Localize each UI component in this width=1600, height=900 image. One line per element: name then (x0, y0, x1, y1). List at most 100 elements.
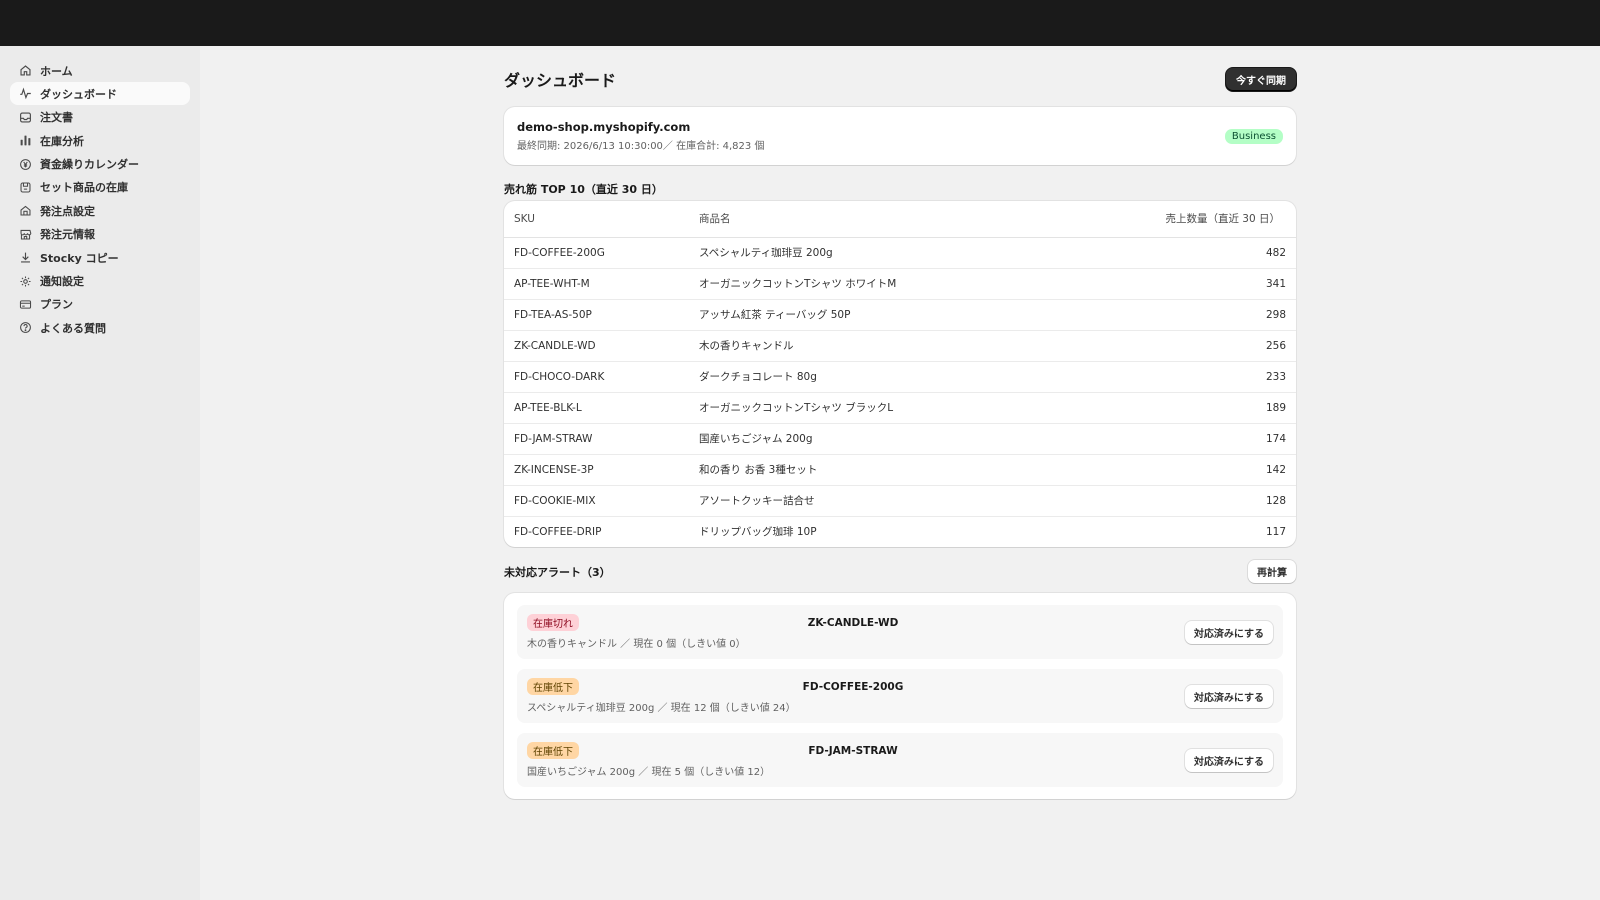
sidebar-item-stocky-copy[interactable]: Stocky コピー (10, 246, 190, 269)
table-row[interactable]: FD-COOKIE-MIX アソートクッキー詰合せ 128 (504, 485, 1296, 517)
alert-item: 在庫低下 FD-JAM-STRAW 国産いちごジャム 200g ／ 現在 5 個… (517, 733, 1283, 787)
inbox-icon (18, 110, 32, 124)
sidebar-item-label: Stocky コピー (40, 251, 119, 265)
shop-card: demo-shop.myshopify.com 最終同期: 2026/6/13 … (504, 107, 1296, 165)
top-sellers-table-card: SKU 商品名 売上数量（直近 30 日） FD-COFFEE-200G スペシャ… (504, 201, 1296, 547)
mark-resolved-button[interactable]: 対応済みにする (1184, 684, 1273, 708)
sidebar-item-dashboard[interactable]: ダッシュボード (10, 82, 190, 106)
gear-icon (18, 274, 32, 288)
cell-sku: FD-JAM-STRAW (504, 423, 689, 455)
cell-sku: FD-COFFEE-DRIP (514, 525, 602, 538)
column-header-product-name[interactable]: 商品名 (689, 201, 1058, 238)
mark-resolved-button[interactable]: 対応済みにする (1184, 620, 1273, 644)
sidebar-item-home[interactable]: ホーム (10, 59, 190, 82)
table-header-row: SKU 商品名 売上数量（直近 30 日） (504, 201, 1296, 238)
alert-detail: 木の香りキャンドル ／ 現在 0 個（しきい値 0） (527, 639, 746, 650)
sidebar-item-cashflow-calendar[interactable]: 資金繰りカレンダー (10, 153, 190, 176)
alerts-card: 在庫切れ ZK-CANDLE-WD 木の香りキャンドル ／ 現在 0 個（しきい… (504, 593, 1296, 799)
cell-quantity: 128 (1057, 485, 1296, 517)
cell-product-name: 国産いちごジャム 200g (689, 423, 1058, 455)
top-sellers-table: SKU 商品名 売上数量（直近 30 日） FD-COFFEE-200G スペシャ… (504, 201, 1296, 547)
cell-quantity: 117 (1265, 525, 1286, 538)
cell-sku: AP-TEE-BLK-L (504, 392, 689, 424)
cell-sku: FD-COFFEE-200G (504, 237, 689, 269)
cell-product-name: 木の香りキャンドル (689, 330, 1058, 362)
currency-icon (18, 157, 32, 171)
bundle-icon (18, 180, 32, 194)
table-row[interactable]: AP-TEE-WHT-M オーガニックコットンTシャツ ホワイトM 341 (504, 268, 1296, 300)
alert-sku: FD-COFFEE-200G (802, 680, 904, 693)
cell-quantity: 482 (1057, 237, 1296, 269)
page-header: ダッシュボード 今すぐ同期 (504, 63, 1296, 95)
sidebar: ホーム ダッシュボード 注文書 在庫分析 資金繰りカレンダー セット商品の在庫 … (0, 46, 200, 900)
lock-icon (18, 204, 32, 218)
top-bar (0, 0, 1600, 46)
table-row[interactable]: FD-COFFEE-200G スペシャルティ珈琲豆 200g 482 (504, 237, 1296, 269)
alert-sku: ZK-CANDLE-WD (807, 616, 899, 629)
plan-badge: Business (1224, 128, 1283, 144)
cell-sku: FD-CHOCO-DARK (504, 361, 689, 393)
cell-product-name: オーガニックコットンTシャツ ホワイトM (689, 268, 1058, 300)
cell-sku: ZK-CANDLE-WD (504, 330, 689, 362)
activity-icon (18, 87, 32, 101)
top-sellers-title: 売れ筋 TOP 10（直近 30 日） (504, 183, 663, 196)
table-row[interactable]: FD-COFFEE-DRIP ドリップバッグ珈琲 10P 117 (504, 516, 1296, 547)
sidebar-item-bundle-inventory[interactable]: セット商品の在庫 (10, 176, 190, 199)
sidebar-item-label: 注文書 (40, 111, 73, 125)
alert-item: 在庫切れ ZK-CANDLE-WD 木の香りキャンドル ／ 現在 0 個（しきい… (517, 605, 1283, 659)
sidebar-item-label: プラン (40, 298, 73, 312)
sidebar-item-plan[interactable]: プラン (10, 293, 190, 316)
cell-quantity: 298 (1057, 299, 1296, 331)
home-icon (18, 64, 32, 78)
sidebar-item-label: よくある質問 (40, 321, 106, 335)
sidebar-item-orders[interactable]: 注文書 (10, 106, 190, 129)
cell-quantity: 189 (1057, 392, 1296, 424)
sidebar-item-label: 発注点設定 (40, 204, 95, 218)
store-icon (18, 227, 32, 241)
cell-product-name: スペシャルティ珈琲豆 200g (689, 237, 1058, 269)
recalculate-button[interactable]: 再計算 (1248, 559, 1296, 583)
sync-now-button[interactable]: 今すぐ同期 (1226, 67, 1296, 91)
sidebar-item-label: 在庫分析 (40, 134, 84, 148)
sidebar-item-inventory-analysis[interactable]: 在庫分析 (10, 129, 190, 152)
cell-quantity: 233 (1057, 361, 1296, 393)
cell-product-name: ドリップバッグ珈琲 10P (699, 526, 817, 539)
column-header-sku[interactable]: SKU (504, 201, 689, 238)
alert-sku: FD-JAM-STRAW (808, 744, 898, 757)
table-row[interactable]: ZK-CANDLE-WD 木の香りキャンドル 256 (504, 330, 1296, 362)
alerts-header: 未対応アラート（3） 再計算 (504, 559, 1296, 583)
mark-resolved-button[interactable]: 対応済みにする (1184, 748, 1273, 772)
cell-product-name: アッサム紅茶 ティーバッグ 50P (689, 299, 1058, 331)
shop-domain: demo-shop.myshopify.com (517, 120, 691, 134)
shop-sync-meta: 最終同期: 2026/6/13 10:30:00／ 在庫合計: 4,823 個 (517, 141, 765, 152)
low-stock-badge: 在庫低下 (527, 742, 579, 759)
cell-quantity: 341 (1057, 268, 1296, 300)
page-title: ダッシュボード (504, 71, 617, 90)
low-stock-badge: 在庫低下 (527, 678, 579, 695)
sidebar-item-label: ホーム (40, 64, 73, 78)
sidebar-item-reorder-settings[interactable]: 発注点設定 (10, 199, 190, 222)
table-row[interactable]: FD-CHOCO-DARK ダークチョコレート 80g 233 (504, 361, 1296, 393)
sidebar-item-notification-settings[interactable]: 通知設定 (10, 270, 190, 293)
cell-product-name: ダークチョコレート 80g (689, 361, 1058, 393)
alert-detail: スペシャルティ珈琲豆 200g ／ 現在 12 個（しきい値 24） (527, 703, 796, 714)
question-icon (18, 321, 32, 335)
main-content: ダッシュボード 今すぐ同期 demo-shop.myshopify.com 最終… (504, 46, 1296, 799)
sidebar-item-faq[interactable]: よくある質問 (10, 316, 190, 339)
cell-sku: FD-TEA-AS-50P (504, 299, 689, 331)
sidebar-item-supplier-info[interactable]: 発注元情報 (10, 223, 190, 246)
column-header-quantity[interactable]: 売上数量（直近 30 日） (1057, 201, 1296, 238)
sidebar-item-label: 通知設定 (40, 275, 84, 289)
table-row[interactable]: ZK-INCENSE-3P 和の香り お香 3種セット 142 (504, 454, 1296, 486)
table-row[interactable]: FD-JAM-STRAW 国産いちごジャム 200g 174 (504, 423, 1296, 455)
table-row[interactable]: AP-TEE-BLK-L オーガニックコットンTシャツ ブラックL 189 (504, 392, 1296, 424)
cell-quantity: 142 (1057, 454, 1296, 486)
sidebar-item-label: 資金繰りカレンダー (40, 158, 139, 172)
table-row[interactable]: FD-TEA-AS-50P アッサム紅茶 ティーバッグ 50P 298 (504, 299, 1296, 331)
alert-detail: 国産いちごジャム 200g ／ 現在 5 個（しきい値 12） (527, 767, 771, 778)
cell-product-name: オーガニックコットンTシャツ ブラックL (689, 392, 1058, 424)
cell-sku: FD-COOKIE-MIX (504, 485, 689, 517)
cell-sku: ZK-INCENSE-3P (504, 454, 689, 486)
cell-quantity: 256 (1057, 330, 1296, 362)
credit-card-icon (18, 297, 32, 311)
